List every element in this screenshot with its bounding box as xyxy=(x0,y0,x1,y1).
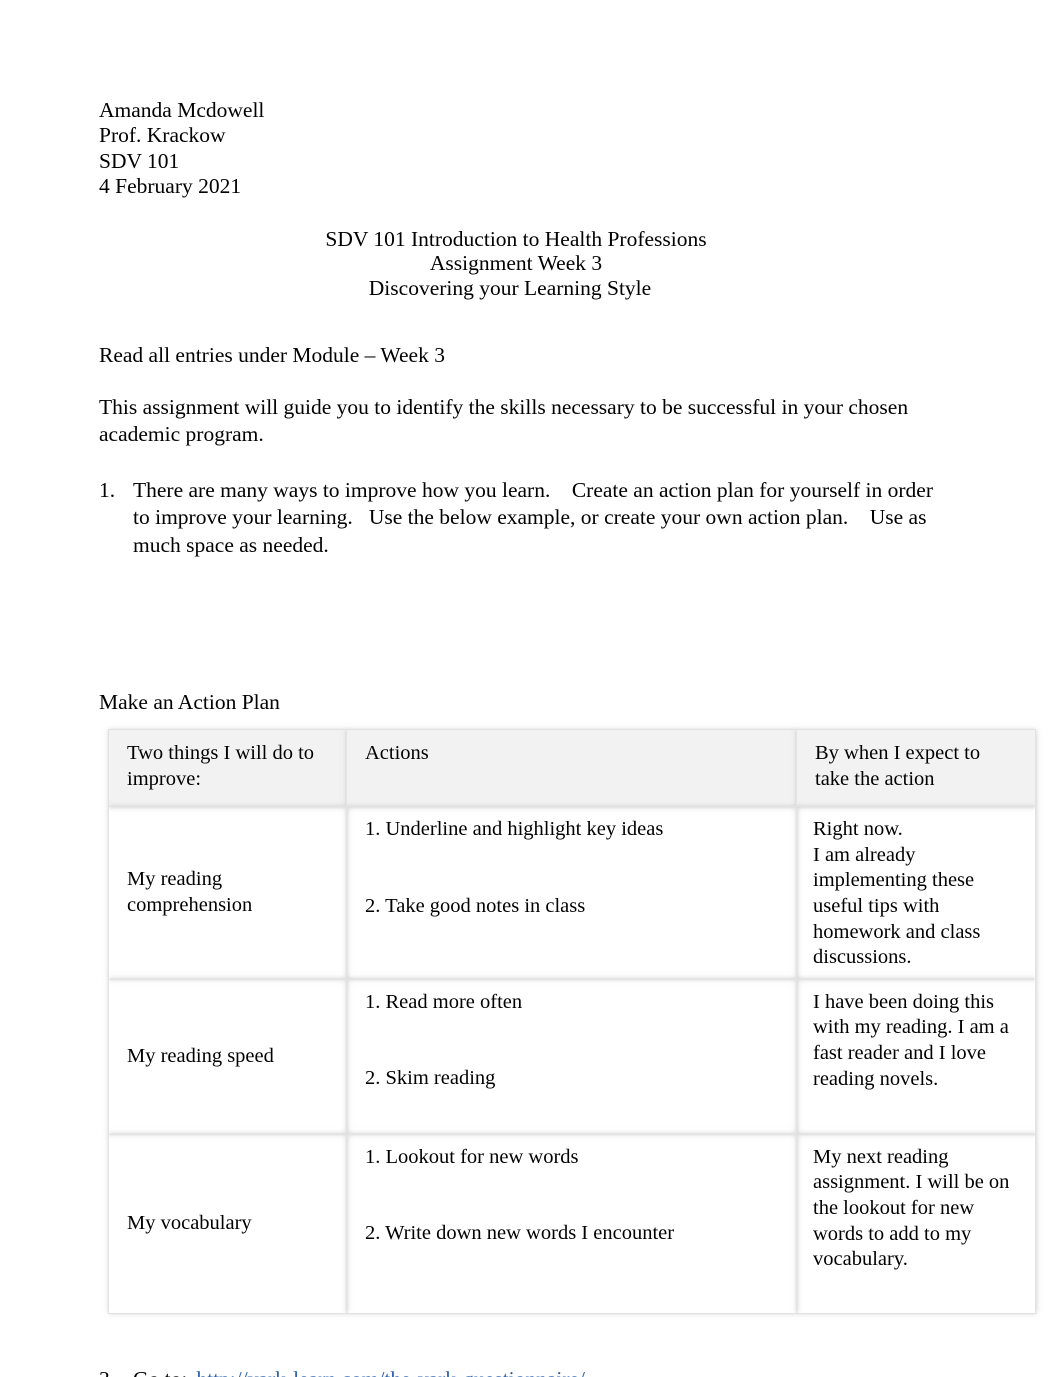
action-plan-table-wrapper: Two things I will do to improve: Actions… xyxy=(108,729,1036,1314)
course-code: SDV 101 xyxy=(99,148,180,173)
row-3-topic: My vocabulary xyxy=(108,1133,347,1314)
table-header-row: Two things I will do to improve: Actions… xyxy=(108,729,1036,808)
row-1-action-2: 2. Take good notes in class xyxy=(365,894,586,917)
column-header-improve: Two things I will do to improve: xyxy=(108,729,347,808)
vertical-spacer xyxy=(99,559,933,689)
table-row: My reading speed 1. Read more often 2. S… xyxy=(108,978,1036,1135)
go-to-label: Go to: xyxy=(133,1367,187,1377)
read-all-entries-text: Read all entries under Module – Week 3 xyxy=(99,343,445,368)
list-item-1-text: There are many ways to improve how you l… xyxy=(133,477,939,557)
row-1-topic: My reading comprehension xyxy=(108,806,347,980)
row-1-actions: 1. Underline and highlight key ideas 2. … xyxy=(346,806,797,980)
title-course-line: SDV 101 Introduction to Health Professio… xyxy=(325,226,707,251)
row-3-when: My next reading assignment. I will be on… xyxy=(796,1133,1036,1314)
row-1-action-1: 1. Underline and highlight key ideas xyxy=(365,818,664,841)
instructor-name: Prof. Krackow xyxy=(99,123,226,148)
title-subject-line: Discovering your Learning Style xyxy=(368,276,652,301)
student-header-block: Amanda Mcdowell Prof. Krackow SDV 101 4 … xyxy=(99,98,933,200)
document-content: Amanda Mcdowell Prof. Krackow SDV 101 4 … xyxy=(99,98,1036,1377)
row-2-when-text: I have been doing this with my reading. … xyxy=(813,990,1009,1090)
list-item-3: 3. Go to: http://vark-learn.com/the-vark-… xyxy=(99,1366,933,1377)
row-3-action-2: 2. Write down new words I encounter xyxy=(365,1222,675,1245)
assignment-intro-paragraph: This assignment will guide you to identi… xyxy=(99,394,909,447)
row-1-when-text: Right now. I am already implementing the… xyxy=(813,818,981,969)
list-item-1-marker: 1. xyxy=(99,477,116,502)
row-2-topic: My reading speed xyxy=(108,978,347,1135)
row-3-action-1: 1. Lookout for new words xyxy=(365,1145,579,1168)
row-2-action-2: 2. Skim reading xyxy=(365,1067,496,1090)
list-item-3-marker: 3. xyxy=(99,1366,133,1377)
list-item-1: 1. There are many ways to improve how yo… xyxy=(99,477,933,560)
document-page: Amanda Mcdowell Prof. Krackow SDV 101 4 … xyxy=(0,0,1062,1377)
row-2-action-1: 1. Read more often xyxy=(365,990,523,1013)
title-assignment-line: Assignment Week 3 xyxy=(429,251,603,276)
action-spacer xyxy=(365,1015,780,1066)
column-header-by-when: By when I expect to take the action xyxy=(796,729,1036,808)
action-plan-table: Two things I will do to improve: Actions… xyxy=(108,729,1036,1314)
column-header-actions: Actions xyxy=(346,729,797,808)
vark-questionnaire-link[interactable]: http://vark-learn.com/the-vark-questionn… xyxy=(196,1367,585,1377)
table-row: My reading comprehension 1. Underline an… xyxy=(108,806,1036,980)
action-spacer xyxy=(365,1170,780,1221)
table-row: My vocabulary 1. Lookout for new words 2… xyxy=(108,1133,1036,1314)
action-spacer xyxy=(365,843,780,894)
document-title-block: SDV 101 Introduction to Health Professio… xyxy=(99,227,933,301)
row-2-actions: 1. Read more often 2. Skim reading xyxy=(346,978,797,1135)
document-date: 4 February 2021 xyxy=(99,174,242,199)
row-2-when: I have been doing this with my reading. … xyxy=(796,978,1036,1135)
row-3-when-text: My next reading assignment. I will be on… xyxy=(813,1145,1010,1271)
make-an-action-plan-label: Make an Action Plan xyxy=(99,690,280,715)
row-3-actions: 1. Lookout for new words 2. Write down n… xyxy=(346,1133,797,1314)
row-1-when: Right now. I am already implementing the… xyxy=(796,806,1036,980)
student-name: Amanda Mcdowell xyxy=(99,98,265,122)
list-item-3-content: Go to: http://vark-learn.com/the-vark-que… xyxy=(133,1366,585,1377)
